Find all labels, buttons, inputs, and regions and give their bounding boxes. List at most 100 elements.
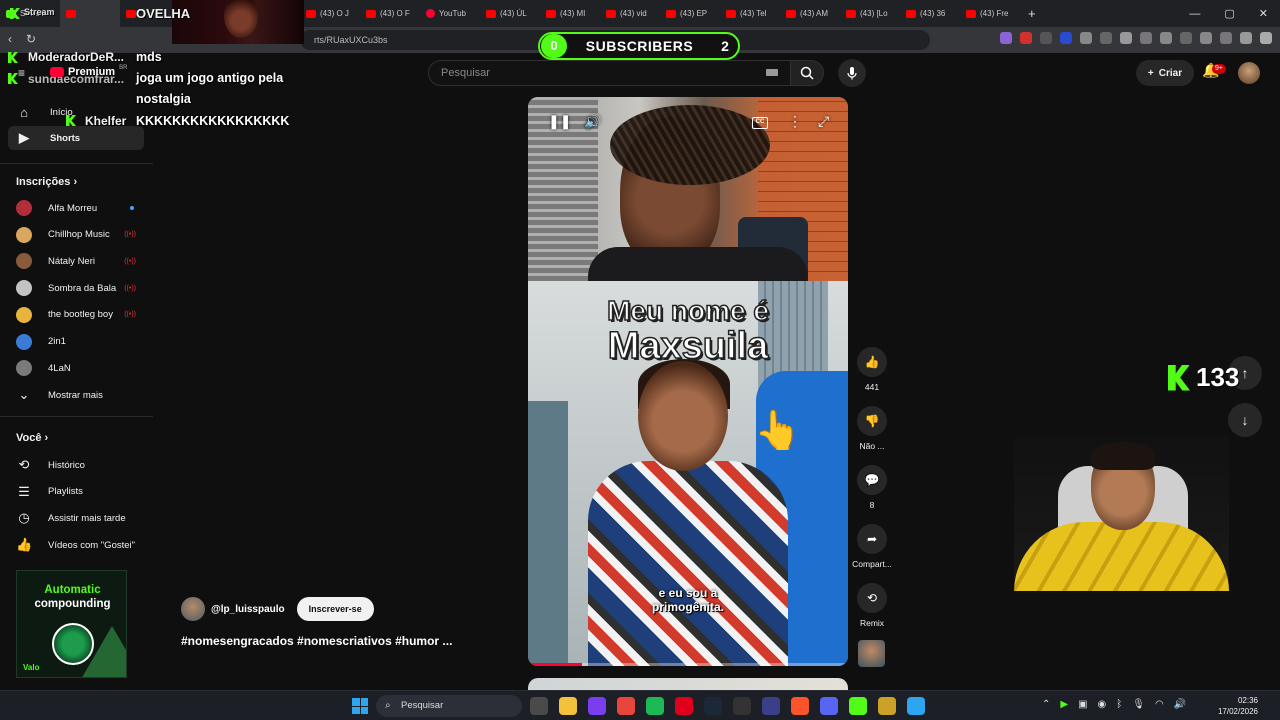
new-tab-button[interactable]: +: [1028, 6, 1036, 21]
browser-tab[interactable]: YouTub: [420, 0, 480, 27]
keyboard-icon[interactable]: [766, 69, 778, 76]
create-button[interactable]: + Criar: [1136, 60, 1194, 86]
subscription-item[interactable]: 2in1: [8, 331, 144, 353]
extension-icon[interactable]: [1240, 32, 1252, 44]
subscription-item[interactable]: 4LaN: [8, 357, 144, 379]
avatar[interactable]: [1238, 62, 1260, 84]
you-item[interactable]: ⟲ Histórico: [8, 454, 144, 476]
next-short-button[interactable]: ↓: [1228, 403, 1262, 437]
tray-app-icon[interactable]: ◉: [1098, 699, 1107, 710]
taskbar-app-icon[interactable]: [762, 697, 780, 715]
dislike-button[interactable]: 👎 Não ...: [852, 406, 892, 451]
minimize-button[interactable]: —: [1189, 8, 1200, 20]
voice-search-button[interactable]: [838, 59, 866, 87]
windows-start-icon[interactable]: [352, 698, 368, 714]
shorts-video-player[interactable]: 👆 Meu nome é Maxsuila e eu sou a primogê…: [528, 97, 848, 666]
search-input[interactable]: Pesquisar: [428, 60, 792, 86]
browser-tab[interactable]: (43) O J: [300, 0, 360, 27]
browser-tab[interactable]: (43) vid: [600, 0, 660, 27]
browser-tab[interactable]: (43) Tel: [720, 0, 780, 27]
you-item-label: Playlists: [48, 486, 83, 498]
fullscreen-icon[interactable]: ⤢: [818, 113, 829, 130]
taskbar-app-icon[interactable]: [704, 697, 722, 715]
browser-tab[interactable]: (43) ÚL: [480, 0, 540, 27]
ad-title: Automatic compounding: [17, 583, 126, 611]
youtube-logo[interactable]: Premium BR: [50, 65, 127, 78]
taskbar-app-icon[interactable]: [849, 697, 867, 715]
extension-icon[interactable]: [1020, 32, 1032, 44]
subscriptions-heading[interactable]: Inscrições ›: [16, 176, 77, 188]
subscription-item[interactable]: Nátaly Neri ((•)): [8, 250, 144, 272]
subscription-item[interactable]: Sombra da Bala ((•)): [8, 277, 144, 299]
search-button[interactable]: [790, 60, 824, 86]
share-button[interactable]: ➦ Compart...: [852, 524, 892, 569]
taskbar-app-icon[interactable]: [559, 697, 577, 715]
tray-app-icon[interactable]: ▣: [1078, 699, 1087, 710]
audio-thumbnail[interactable]: [858, 640, 885, 667]
taskbar-app-icon[interactable]: [646, 697, 664, 715]
taskbar-app-icon[interactable]: [878, 697, 896, 715]
extension-icon[interactable]: [1220, 32, 1232, 44]
extension-icon[interactable]: [1040, 32, 1052, 44]
taskbar-app-icon[interactable]: [588, 697, 606, 715]
extension-icon[interactable]: [1200, 32, 1212, 44]
you-heading[interactable]: Você ›: [16, 432, 48, 444]
volume-icon[interactable]: 🔊: [584, 113, 601, 130]
taskbar-app-icon[interactable]: [617, 697, 635, 715]
browser-tab[interactable]: (43) AM: [780, 0, 840, 27]
mic-icon[interactable]: 🎙: [1132, 699, 1145, 710]
more-options-icon[interactable]: ⋮: [788, 113, 802, 130]
browser-tab[interactable]: (43) O F: [360, 0, 420, 27]
video-hashtags[interactable]: #nomesengracados #nomescriativos #humor …: [181, 634, 452, 648]
menu-icon[interactable]: [1260, 32, 1272, 44]
subscription-item[interactable]: Chillhop Music ((•)): [8, 224, 144, 246]
extension-icon[interactable]: [1100, 32, 1112, 44]
subscription-item[interactable]: the bootleg boy ((•)): [8, 304, 144, 326]
channel-name[interactable]: @lp_luisspaulo: [211, 604, 285, 615]
volume-icon[interactable]: 🔊: [1174, 699, 1186, 710]
remix-button[interactable]: ⟲ Remix: [852, 583, 892, 628]
browser-tab[interactable]: (43) Fre: [960, 0, 1020, 27]
browser-tab[interactable]: (43) EP: [660, 0, 720, 27]
taskbar-app-icon[interactable]: [733, 697, 751, 715]
extension-icon[interactable]: [1080, 32, 1092, 44]
extension-icon[interactable]: [1180, 32, 1192, 44]
video-progress-bar[interactable]: [528, 663, 848, 666]
show-more-button[interactable]: ⌄ Mostrar mais: [8, 384, 144, 406]
close-window-button[interactable]: ✕: [1259, 7, 1268, 20]
taskbar-app-icon[interactable]: [907, 697, 925, 715]
browser-tab[interactable]: (43) MI: [540, 0, 600, 27]
browser-tab[interactable]: (43) [Lo: [840, 0, 900, 27]
extension-icon[interactable]: [1060, 32, 1072, 44]
captions-icon[interactable]: CC: [752, 117, 768, 129]
taskbar-app-icon[interactable]: [530, 697, 548, 715]
subscribe-button[interactable]: Inscrever-se: [296, 597, 374, 621]
play-icon[interactable]: ▶: [1060, 699, 1068, 710]
you-item[interactable]: ☰ Playlists: [8, 481, 144, 503]
maximize-button[interactable]: ▢: [1224, 7, 1234, 20]
taskbar-app-icon[interactable]: [675, 697, 693, 715]
subscription-item[interactable]: Alfa Morreu: [8, 197, 144, 219]
extension-icon[interactable]: [1000, 32, 1012, 44]
wifi-icon[interactable]: ◠: [1155, 699, 1164, 710]
ad-widget[interactable]: Automatic compounding Valo: [16, 570, 127, 678]
chevron-up-icon[interactable]: ⌃: [1042, 699, 1050, 710]
extension-icon[interactable]: [1160, 32, 1172, 44]
channel-avatar[interactable]: [181, 597, 205, 621]
next-short-preview[interactable]: [528, 678, 848, 690]
taskbar-app-icon[interactable]: [791, 697, 809, 715]
hamburger-icon[interactable]: ≡: [18, 66, 25, 80]
taskbar-search[interactable]: Pesquisar: [376, 695, 522, 717]
comments-button[interactable]: 💬 8: [852, 465, 892, 510]
you-item[interactable]: ◷ Assistir mais tarde: [8, 507, 144, 529]
browser-tab[interactable]: (43) 36: [900, 0, 960, 27]
clock[interactable]: 02:36 17/02/2026: [1206, 695, 1258, 717]
bluetooth-icon[interactable]: ᛒ: [1116, 699, 1122, 710]
like-button[interactable]: 👍 441: [852, 347, 892, 392]
taskbar-app-icon[interactable]: [820, 697, 838, 715]
tab-label: (43) Tel: [740, 9, 767, 18]
you-item[interactable]: 👍 Vídeos com "Gostei": [8, 534, 144, 556]
extension-icon[interactable]: [1120, 32, 1132, 44]
extension-icon[interactable]: [1140, 32, 1152, 44]
pause-icon[interactable]: ❚❚: [548, 113, 571, 130]
